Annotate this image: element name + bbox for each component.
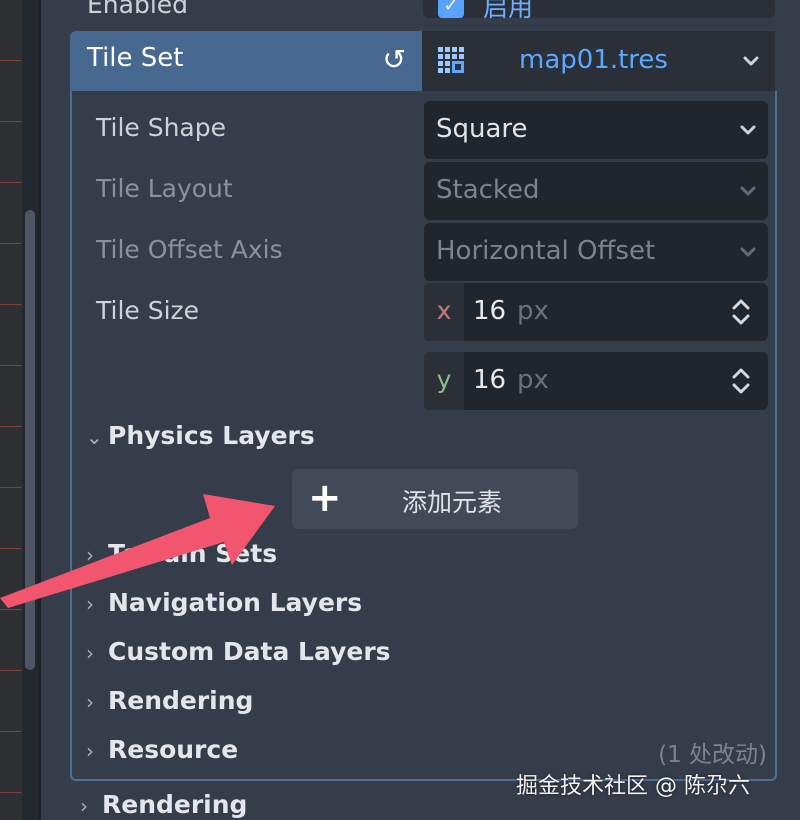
resource-label: Resource	[108, 735, 239, 764]
add-element-label: 添加元素	[402, 488, 503, 517]
tile-set-property-header[interactable]: Tile Set ↺	[70, 31, 422, 91]
enabled-value-box	[423, 0, 775, 18]
tile-offset-axis-value: Horizontal Offset	[436, 236, 656, 266]
enabled-label: Enabled	[87, 0, 189, 19]
tileset-resource-icon	[438, 47, 464, 73]
viewport-strip	[0, 0, 22, 820]
chevron-down-icon: ⌄	[86, 425, 103, 449]
tile-size-label: Tile Size	[96, 296, 200, 325]
tile-set-label: Tile Set	[87, 43, 184, 73]
axis-y-label: y	[424, 352, 464, 410]
tile-shape-value: Square	[436, 114, 528, 144]
watermark: 掘金技术社区 @ 陈尕六	[516, 774, 750, 799]
enabled-checkbox[interactable]: ✓	[438, 0, 464, 18]
tile-layout-value: Stacked	[436, 175, 540, 205]
outer-rendering-section[interactable]: › Rendering	[80, 790, 247, 819]
chevron-down-icon	[740, 125, 756, 135]
chevron-right-icon: ›	[86, 690, 94, 714]
tile-size-x-unit: px	[517, 296, 549, 326]
tile-shape-label: Tile Shape	[96, 113, 227, 142]
spinner-arrows-icon[interactable]	[730, 297, 752, 327]
custom-data-layers-label: Custom Data Layers	[108, 637, 391, 666]
tile-shape-dropdown[interactable]: Square	[424, 101, 768, 159]
annotation-arrow	[0, 494, 275, 608]
physics-layers-label: Physics Layers	[108, 421, 315, 450]
plus-icon: +	[308, 475, 342, 521]
outer-rendering-label: Rendering	[102, 790, 248, 819]
physics-layers-section[interactable]: ⌄ Physics Layers	[86, 421, 315, 450]
add-element-button[interactable]: + 添加元素	[292, 469, 578, 529]
revert-icon[interactable]: ↺	[383, 45, 406, 75]
tile-layout-dropdown: Stacked	[424, 162, 768, 220]
tile-offset-axis-dropdown: Horizontal Offset	[424, 223, 768, 281]
tile-set-resource-name[interactable]: map01.tres	[519, 45, 668, 75]
resource-section[interactable]: › Resource	[86, 735, 238, 764]
chevron-down-icon[interactable]	[739, 49, 763, 73]
panel-divider	[38, 0, 41, 820]
rendering-label: Rendering	[108, 686, 254, 715]
chevron-down-icon	[740, 186, 756, 196]
enabled-row: Enabled ✓ 启用	[41, 0, 800, 26]
tile-set-inspector-panel: Tile Shape Square Tile Layout Stacked Ti…	[70, 91, 777, 781]
tile-size-x-value[interactable]: 16	[473, 296, 506, 326]
chevron-right-icon: ›	[80, 794, 88, 818]
custom-data-layers-section[interactable]: › Custom Data Layers	[86, 637, 391, 666]
tile-size-y-field[interactable]: y 16 px	[424, 352, 768, 410]
changes-count-note: (1 处改动)	[658, 742, 767, 768]
rendering-section[interactable]: › Rendering	[86, 686, 253, 715]
tile-offset-axis-label: Tile Offset Axis	[96, 235, 283, 264]
tile-size-y-unit: px	[517, 365, 549, 395]
axis-x-label: x	[424, 283, 464, 341]
chevron-down-icon	[740, 247, 756, 257]
tile-size-x-field[interactable]: x 16 px	[424, 283, 768, 341]
spinner-arrows-icon[interactable]	[730, 366, 752, 396]
tile-set-resource-picker[interactable]: map01.tres	[422, 31, 775, 91]
tile-size-y-value[interactable]: 16	[473, 365, 506, 395]
enabled-checkbox-label[interactable]: 启用	[483, 0, 533, 24]
chevron-right-icon: ›	[86, 739, 94, 763]
chevron-right-icon: ›	[86, 641, 94, 665]
tile-layout-label: Tile Layout	[96, 174, 233, 203]
